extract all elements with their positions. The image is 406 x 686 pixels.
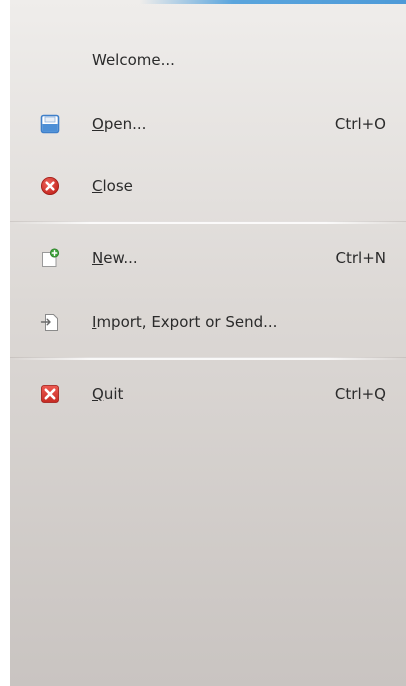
file-menu-panel: Welcome... Open... Ctrl+O Close New... C… [10, 0, 406, 686]
menu-item-open-shortcut: Ctrl+O [334, 115, 386, 133]
menu-item-close-label: Close [92, 177, 133, 195]
top-glow-accent [140, 0, 406, 4]
menu-item-close[interactable]: Close [10, 166, 406, 206]
menu-item-quit[interactable]: Quit Ctrl+Q [10, 374, 406, 414]
menu-item-import-export-label: Import, Export or Send... [92, 313, 278, 331]
menu-separator [10, 221, 406, 224]
menu-item-welcome[interactable]: Welcome... [10, 40, 406, 80]
menu-item-quit-shortcut: Ctrl+Q [334, 385, 386, 403]
menu-item-new[interactable]: New... Ctrl+N [10, 238, 406, 278]
close-circle-icon [40, 176, 60, 196]
menu-item-welcome-label: Welcome... [92, 51, 175, 69]
menu-item-new-shortcut: Ctrl+N [335, 249, 386, 267]
menu-item-open-label: Open... [92, 115, 147, 133]
quit-icon [40, 384, 60, 404]
menu-item-quit-label: Quit [92, 385, 124, 403]
menu-separator [10, 357, 406, 360]
import-export-icon [40, 312, 60, 332]
menu-item-import-export[interactable]: Import, Export or Send... [10, 302, 406, 342]
floppy-disk-icon [40, 114, 60, 134]
menu-item-open[interactable]: Open... Ctrl+O [10, 104, 406, 144]
menu-item-new-label: New... [92, 249, 138, 267]
new-document-icon [40, 248, 60, 268]
